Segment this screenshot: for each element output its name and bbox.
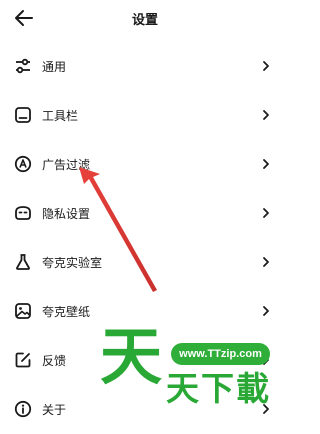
settings-item-label: 通用 (42, 60, 67, 74)
chevron-right-icon (263, 257, 269, 267)
settings-item-privacy[interactable]: 隐私设置 (0, 189, 290, 238)
chevron-right-icon (263, 355, 269, 365)
settings-item-ad-filter[interactable]: 广告过滤 (0, 140, 290, 189)
settings-item-general[interactable]: 通用 (0, 42, 290, 91)
top-bar: 设置 (0, 0, 290, 36)
feedback-icon (15, 352, 31, 368)
info-icon (14, 400, 32, 418)
chevron-right-icon (263, 159, 269, 169)
page-title: 设置 (131, 13, 158, 28)
settings-item-label: 关于 (42, 403, 67, 417)
settings-item-label: 反馈 (42, 354, 67, 368)
chevron-right-icon (263, 208, 269, 218)
flask-icon (16, 254, 30, 270)
chevron-right-icon (263, 110, 269, 120)
toolbar-icon (15, 107, 31, 123)
settings-item-wallpaper[interactable]: 夸克壁纸 (0, 287, 290, 336)
ad-filter-icon (14, 155, 32, 173)
settings-item-quark-lab[interactable]: 夸克实验室 (0, 238, 290, 287)
sliders-icon (16, 58, 30, 74)
chevron-right-icon (263, 61, 269, 71)
settings-item-label: 工具栏 (42, 109, 79, 123)
settings-item-toolbar[interactable]: 工具栏 (0, 91, 290, 140)
settings-item-label: 广告过滤 (42, 158, 91, 172)
chevron-right-icon (263, 404, 269, 414)
settings-item-label: 隐私设置 (42, 207, 91, 221)
privacy-mask-icon (15, 206, 31, 220)
settings-item-about[interactable]: 关于 (0, 385, 290, 434)
settings-item-feedback[interactable]: 反馈 (0, 336, 290, 385)
settings-item-label: 夸克壁纸 (42, 305, 91, 319)
settings-item-label: 夸克实验室 (42, 256, 103, 270)
chevron-right-icon (263, 306, 269, 316)
wallpaper-icon (15, 303, 31, 319)
settings-list: 通用 工具栏 广告过滤 隐私设置 夸克实验室 夸克壁纸 反馈 关于 (0, 42, 290, 434)
